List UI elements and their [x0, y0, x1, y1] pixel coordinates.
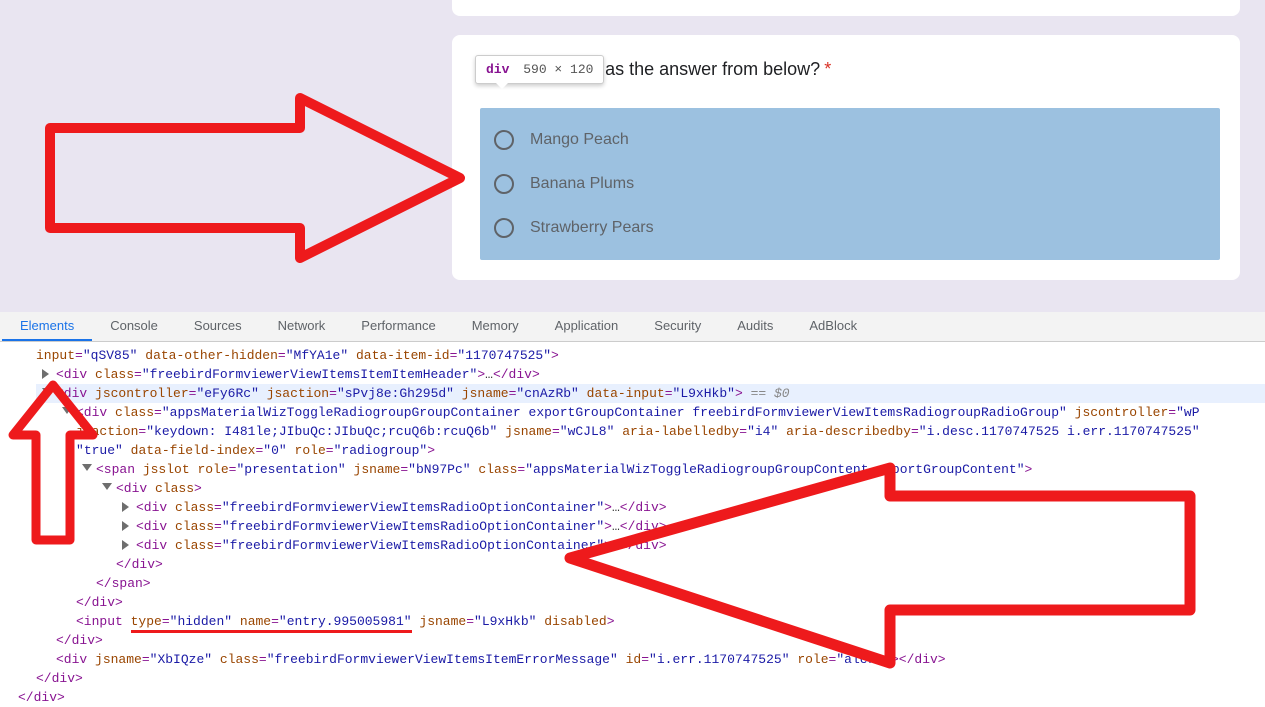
dom-line[interactable]: <div class="freebirdFormviewerViewItemsI…	[36, 365, 1265, 384]
disclosure-triangle-down-icon[interactable]	[82, 464, 92, 471]
dom-line[interactable]: </div>	[36, 555, 1265, 574]
inspector-tooltip: div 590 × 120	[475, 55, 604, 84]
prev-card-peek	[452, 0, 1240, 16]
required-asterisk: *	[824, 59, 831, 80]
devtools-panel: Elements Console Sources Network Perform…	[0, 312, 1265, 707]
tab-sources[interactable]: Sources	[176, 312, 260, 341]
devtools-tabs: Elements Console Sources Network Perform…	[0, 312, 1265, 342]
disclosure-triangle-down-icon[interactable]	[42, 388, 52, 395]
dom-line[interactable]: <div class>	[36, 479, 1265, 498]
dom-line[interactable]: <div class="appsMaterialWizToggleRadiogr…	[36, 403, 1265, 422]
page-background: ould you prefer as the answer from below…	[0, 0, 1265, 312]
radio-option-2[interactable]: Banana Plums	[480, 162, 1220, 206]
disclosure-triangle-down-icon[interactable]	[62, 407, 72, 414]
dom-line[interactable]: <span jsslot role="presentation" jsname=…	[36, 460, 1265, 479]
radio-option-1[interactable]: Mango Peach	[480, 118, 1220, 162]
dom-line-hidden-input[interactable]: <input type="hidden" name="entry.9950059…	[36, 612, 1265, 631]
radio-icon[interactable]	[494, 174, 514, 194]
dom-line[interactable]: </div>	[36, 669, 1265, 688]
tab-audits[interactable]: Audits	[719, 312, 791, 341]
radio-icon[interactable]	[494, 218, 514, 238]
dom-line-selected[interactable]: <div jscontroller="eFy6Rc" jsaction="sPv…	[36, 384, 1265, 403]
tab-adblock[interactable]: AdBlock	[791, 312, 875, 341]
dom-line[interactable]: <div class="freebirdFormviewerViewItemsR…	[36, 498, 1265, 517]
option-label: Banana Plums	[530, 175, 634, 193]
dom-line[interactable]: </span>	[36, 574, 1265, 593]
dom-line[interactable]: </div>	[36, 593, 1265, 612]
tab-application[interactable]: Application	[537, 312, 637, 341]
dom-line[interactable]: <div jsname="XbIQze" class="freebirdForm…	[36, 650, 1265, 669]
disclosure-triangle-right-icon[interactable]	[122, 521, 129, 531]
radio-icon[interactable]	[494, 130, 514, 150]
disclosure-triangle-right-icon[interactable]	[122, 502, 129, 512]
dom-line[interactable]: <div class="freebirdFormviewerViewItemsR…	[36, 517, 1265, 536]
dom-line[interactable]: input="qSV85" data-other-hidden="MfYA1e"…	[36, 346, 1265, 365]
option-label: Mango Peach	[530, 131, 629, 149]
dom-line[interactable]: jsaction="keydown: I481le;JIbuQc:JIbuQc;…	[36, 422, 1265, 441]
tab-memory[interactable]: Memory	[454, 312, 537, 341]
tab-console[interactable]: Console	[92, 312, 176, 341]
tab-performance[interactable]: Performance	[343, 312, 453, 341]
dom-line[interactable]: "true" data-field-index="0" role="radiog…	[36, 441, 1265, 460]
dom-tree[interactable]: input="qSV85" data-other-hidden="MfYA1e"…	[0, 342, 1265, 707]
tooltip-tag: div	[486, 62, 509, 77]
tab-network[interactable]: Network	[260, 312, 344, 341]
option-label: Strawberry Pears	[530, 219, 654, 237]
tooltip-dimensions: 590 × 120	[523, 62, 593, 77]
tab-security[interactable]: Security	[636, 312, 719, 341]
disclosure-triangle-right-icon[interactable]	[122, 540, 129, 550]
dom-line[interactable]: <div class="freebirdFormviewerViewItemsR…	[36, 536, 1265, 555]
disclosure-triangle-down-icon[interactable]	[102, 483, 112, 490]
radio-option-3[interactable]: Strawberry Pears	[480, 206, 1220, 250]
inspector-highlight-area: Mango Peach Banana Plums Strawberry Pear…	[480, 108, 1220, 260]
tab-elements[interactable]: Elements	[2, 312, 92, 341]
dom-line[interactable]: </div>	[36, 631, 1265, 650]
dom-line[interactable]: </div>	[18, 688, 1265, 707]
disclosure-triangle-right-icon[interactable]	[42, 369, 49, 379]
